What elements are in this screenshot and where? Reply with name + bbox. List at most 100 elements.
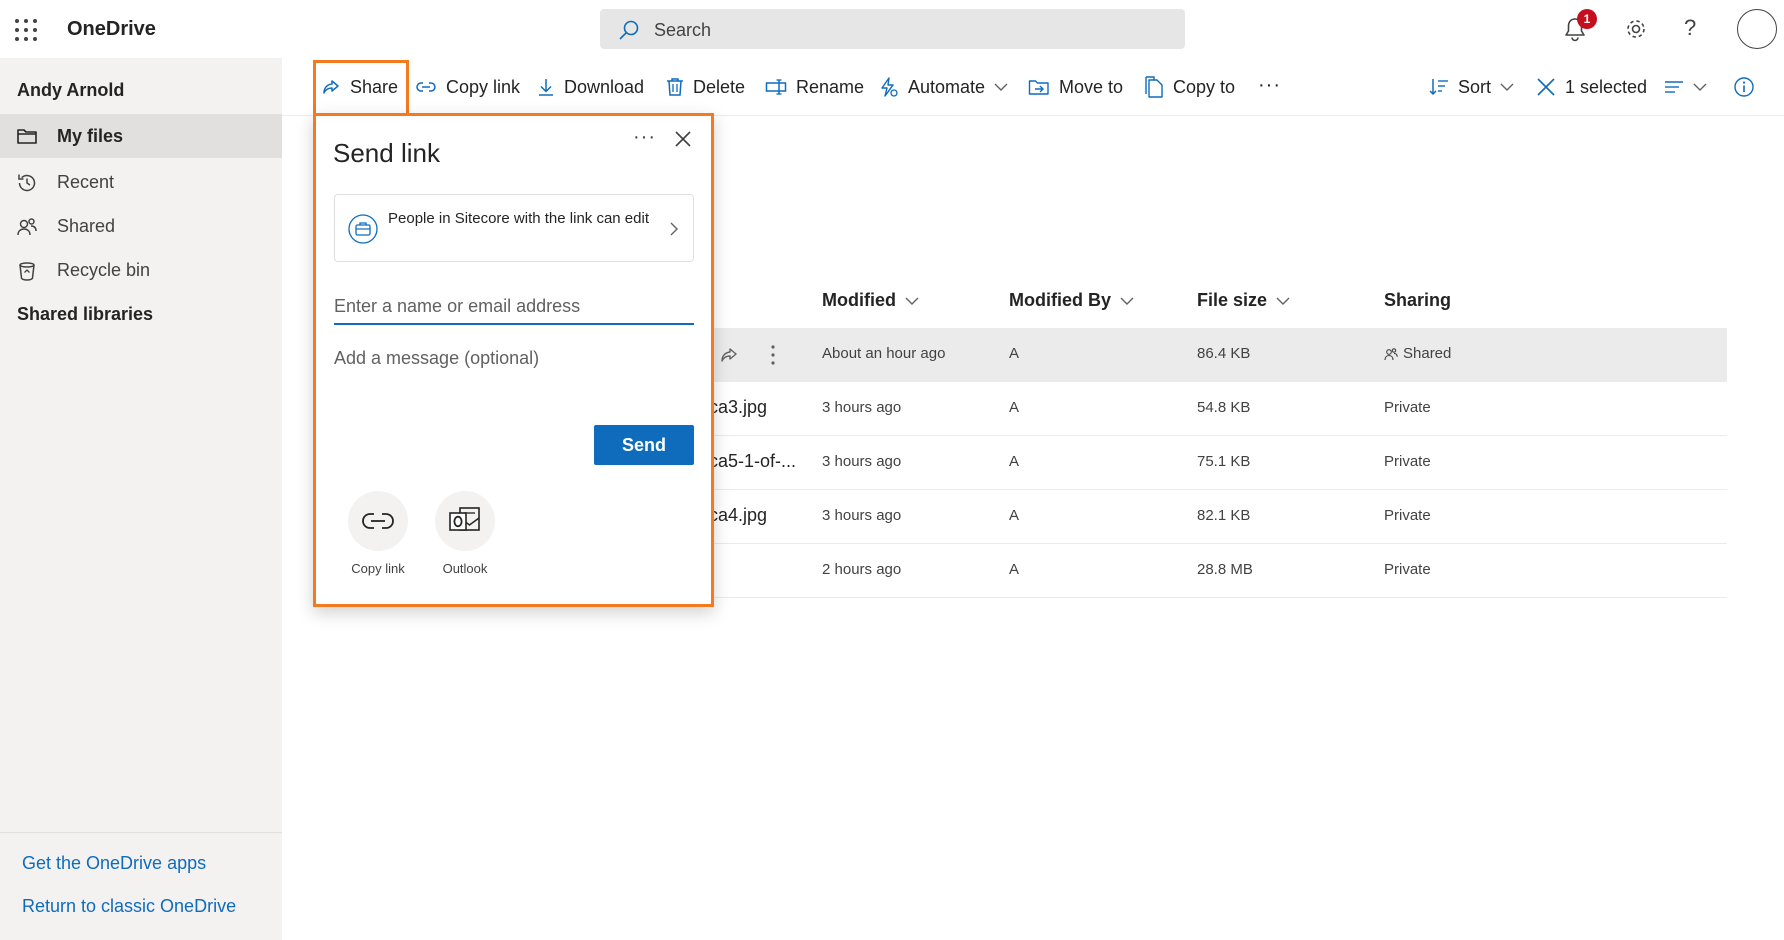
copy-to-button[interactable]: Copy to xyxy=(1144,58,1235,116)
rename-icon xyxy=(765,78,787,96)
download-label: Download xyxy=(564,76,645,97)
sort-label: Sort xyxy=(1458,76,1492,97)
column-header-label: Sharing xyxy=(1384,290,1452,310)
column-header-label: Modified By xyxy=(1009,290,1111,310)
sidebar: Andy Arnold My files Recent Shared Recyc… xyxy=(0,58,282,940)
copy-link-option-label: Copy link xyxy=(351,561,405,576)
chevron-right-icon xyxy=(669,221,679,237)
panel-more-button[interactable]: ··· xyxy=(633,126,656,149)
close-icon[interactable] xyxy=(674,130,692,148)
sidebar-item-label: Shared xyxy=(57,216,116,236)
automate-button[interactable]: Automate xyxy=(877,58,1008,116)
automate-icon xyxy=(877,76,899,98)
info-pane-button[interactable] xyxy=(1733,58,1755,116)
outlook-option[interactable]: Outlook xyxy=(430,491,500,576)
sort-button[interactable]: Sort xyxy=(1429,58,1514,116)
sharing-cell[interactable]: Private xyxy=(1384,399,1431,416)
view-options-button[interactable] xyxy=(1664,58,1707,116)
search-box[interactable]: Search xyxy=(600,9,1185,49)
sharing-cell[interactable]: Private xyxy=(1384,507,1431,524)
section-title-shared-libraries[interactable]: Shared libraries xyxy=(17,304,153,325)
sharing-cell[interactable]: Private xyxy=(1384,561,1431,578)
file-size-cell: 86.4 KB xyxy=(1197,345,1251,362)
rename-button[interactable]: Rename xyxy=(765,58,864,116)
file-size-cell: 28.8 MB xyxy=(1197,561,1253,578)
classic-onedrive-link[interactable]: Return to classic OneDrive xyxy=(22,896,236,917)
delete-label: Delete xyxy=(693,76,746,97)
sharing-cell[interactable]: Private xyxy=(1384,453,1431,470)
outlook-option-label: Outlook xyxy=(442,561,488,576)
modified-cell: About an hour ago xyxy=(822,345,946,362)
copy-link-label: Copy link xyxy=(446,76,521,97)
download-button[interactable]: Download xyxy=(537,58,644,116)
copy-icon xyxy=(1144,76,1164,98)
chevron-down-icon xyxy=(1276,296,1290,306)
modified-cell: 3 hours ago xyxy=(822,507,902,524)
settings-gear-icon[interactable] xyxy=(1624,17,1648,41)
copy-link-option[interactable]: Copy link xyxy=(343,491,413,576)
column-header-sharing[interactable]: Sharing xyxy=(1384,290,1451,311)
file-name-cell[interactable]: ca4.jpg xyxy=(709,505,767,526)
recycle-bin-icon xyxy=(16,260,38,282)
rename-label: Rename xyxy=(796,76,865,97)
column-header-modified-by[interactable]: Modified By xyxy=(1009,290,1134,311)
sidebar-item-my-files[interactable]: My files xyxy=(0,114,282,158)
file-size-cell: 54.8 KB xyxy=(1197,399,1251,416)
info-icon xyxy=(1733,76,1755,98)
modified-cell: 2 hours ago xyxy=(822,561,902,578)
link-icon xyxy=(415,79,437,95)
link-permission-selector[interactable]: People in Sitecore with the link can edi… xyxy=(334,194,694,262)
move-icon xyxy=(1028,78,1050,96)
file-name-cell[interactable]: ca5-1-of-... xyxy=(709,451,796,472)
app-title[interactable]: OneDrive xyxy=(67,18,156,41)
message-input[interactable] xyxy=(334,348,694,428)
chevron-down-icon xyxy=(905,296,919,306)
search-placeholder: Search xyxy=(654,20,712,40)
modified-cell: 3 hours ago xyxy=(822,399,902,416)
chevron-down-icon xyxy=(994,82,1008,92)
folder-icon xyxy=(16,126,38,146)
column-header-modified[interactable]: Modified xyxy=(822,290,919,311)
panel-title: Send link xyxy=(333,138,440,168)
search-icon xyxy=(618,19,640,41)
clear-selection-button[interactable]: 1 selected xyxy=(1536,58,1647,116)
selected-count: 1 selected xyxy=(1565,76,1648,97)
sort-icon xyxy=(1429,77,1449,97)
download-icon xyxy=(537,77,555,97)
briefcase-icon xyxy=(348,214,378,244)
modified-by-cell: A xyxy=(1009,345,1020,362)
avatar[interactable] xyxy=(1737,9,1777,49)
automate-label: Automate xyxy=(908,76,986,97)
move-to-button[interactable]: Move to xyxy=(1028,58,1123,116)
sidebar-item-label: My files xyxy=(57,126,124,146)
sidebar-divider xyxy=(0,832,282,833)
send-button[interactable]: Send xyxy=(594,425,694,465)
sharing-cell[interactable]: Shared xyxy=(1384,345,1451,362)
modified-by-cell: A xyxy=(1009,453,1020,470)
app-launcher-icon[interactable] xyxy=(14,18,38,42)
sidebar-item-recycle-bin[interactable]: Recycle bin xyxy=(0,248,282,292)
notification-badge[interactable]: 1 xyxy=(1577,9,1597,29)
delete-button[interactable]: Delete xyxy=(666,58,745,116)
recipient-input[interactable] xyxy=(334,289,694,325)
more-vertical-icon[interactable] xyxy=(770,344,776,366)
chevron-down-icon xyxy=(1120,296,1134,306)
file-size-cell: 82.1 KB xyxy=(1197,507,1251,524)
help-icon[interactable]: ? xyxy=(1684,15,1696,41)
people-icon xyxy=(1384,347,1398,361)
column-header-label: Modified xyxy=(822,290,896,310)
send-link-panel: Send link ··· People in Sitecore with th… xyxy=(313,113,714,607)
share-row-icon[interactable] xyxy=(718,345,740,365)
sidebar-item-recent[interactable]: Recent xyxy=(0,160,282,204)
user-name: Andy Arnold xyxy=(17,80,125,100)
link-icon xyxy=(348,491,408,551)
copy-link-button[interactable]: Copy link xyxy=(415,58,520,116)
modified-by-cell: A xyxy=(1009,507,1020,524)
column-header-file-size[interactable]: File size xyxy=(1197,290,1290,311)
get-apps-link[interactable]: Get the OneDrive apps xyxy=(22,853,206,874)
file-name-cell[interactable]: ca3.jpg xyxy=(709,397,767,418)
more-actions-button[interactable]: ··· xyxy=(1258,56,1281,114)
sidebar-item-shared[interactable]: Shared xyxy=(0,204,282,248)
chevron-down-icon xyxy=(1693,82,1707,92)
sidebar-item-label: Recycle bin xyxy=(57,260,151,280)
